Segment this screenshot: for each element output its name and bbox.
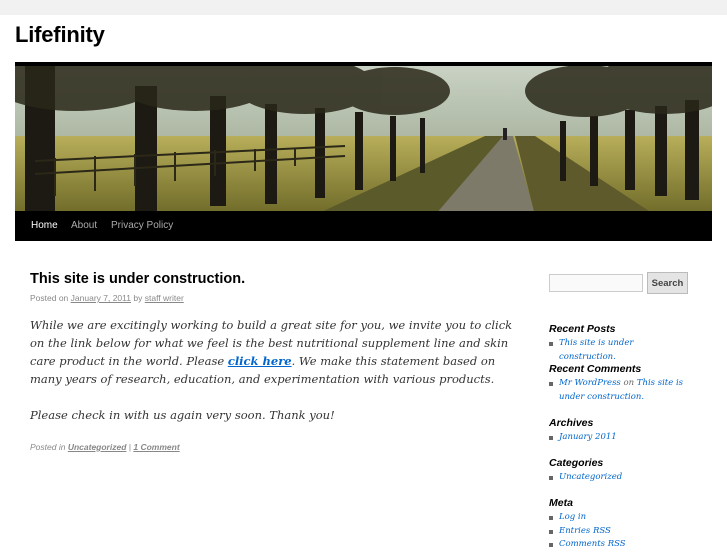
- comment-author-link[interactable]: Mr WordPress: [559, 378, 621, 388]
- author-link[interactable]: staff writer: [145, 293, 184, 303]
- archives-title: Archives: [549, 417, 594, 429]
- categories-list: Uncategorized: [549, 471, 691, 485]
- category-widget-link[interactable]: Uncategorized: [559, 472, 622, 482]
- post-footer: Posted in Uncategorized | 1 Comment: [30, 442, 180, 452]
- list-item: Mr WordPress on This site is under const…: [549, 377, 691, 404]
- post-paragraph: While we are excitingly working to build…: [30, 318, 513, 386]
- list-item: Entries RSS: [549, 525, 691, 539]
- post-title[interactable]: This site is under construction.: [30, 271, 245, 287]
- main-navigation: Home About Privacy Policy: [15, 211, 712, 241]
- recent-posts-title: Recent Posts: [549, 323, 616, 335]
- header-image: [15, 62, 712, 215]
- log-in-link[interactable]: Log in: [559, 512, 586, 522]
- click-here-link[interactable]: click here: [228, 354, 292, 368]
- entries-rss-link[interactable]: Entries RSS: [559, 526, 611, 536]
- meta-title: Meta: [549, 497, 573, 509]
- categories-title: Categories: [549, 457, 604, 469]
- site-title-link[interactable]: Lifefinity: [15, 22, 105, 48]
- archive-link[interactable]: January 2011: [559, 432, 617, 442]
- posted-in-label: Posted in: [30, 442, 66, 452]
- by-label: by: [133, 293, 143, 303]
- recent-comments-list: Mr WordPress on This site is under const…: [549, 377, 691, 404]
- list-item: Log in: [549, 511, 691, 525]
- recent-posts-list: This site is under construction.: [549, 337, 691, 364]
- search-button[interactable]: Search: [647, 272, 688, 294]
- posted-on-label: Posted on: [30, 293, 69, 303]
- meta-list: Log in Entries RSS Comments RSS: [549, 511, 691, 552]
- footer-separator: |: [128, 442, 131, 452]
- nav-item-about[interactable]: About: [71, 211, 97, 241]
- list-item: This site is under construction.: [549, 337, 691, 364]
- list-item: Uncategorized: [549, 471, 691, 485]
- category-link[interactable]: Uncategorized: [68, 442, 127, 452]
- post-meta: Posted on January 7, 2011 by staff write…: [30, 293, 184, 303]
- recent-post-link[interactable]: This site is under construction.: [559, 338, 633, 362]
- recent-comments-title: Recent Comments: [549, 363, 642, 375]
- comments-rss-link[interactable]: Comments RSS: [559, 539, 626, 549]
- post-date-link[interactable]: January 7, 2011: [71, 293, 131, 303]
- comments-link[interactable]: 1 Comment: [133, 442, 179, 452]
- post-content: While we are excitingly working to build…: [30, 316, 520, 442]
- archives-list: January 2011: [549, 431, 691, 445]
- nav-item-privacy-policy[interactable]: Privacy Policy: [111, 211, 173, 241]
- list-item: January 2011: [549, 431, 691, 445]
- post-paragraph: Please check in with us again very soon.…: [30, 408, 335, 422]
- search-input[interactable]: [549, 274, 643, 292]
- nav-item-home[interactable]: Home: [31, 211, 58, 241]
